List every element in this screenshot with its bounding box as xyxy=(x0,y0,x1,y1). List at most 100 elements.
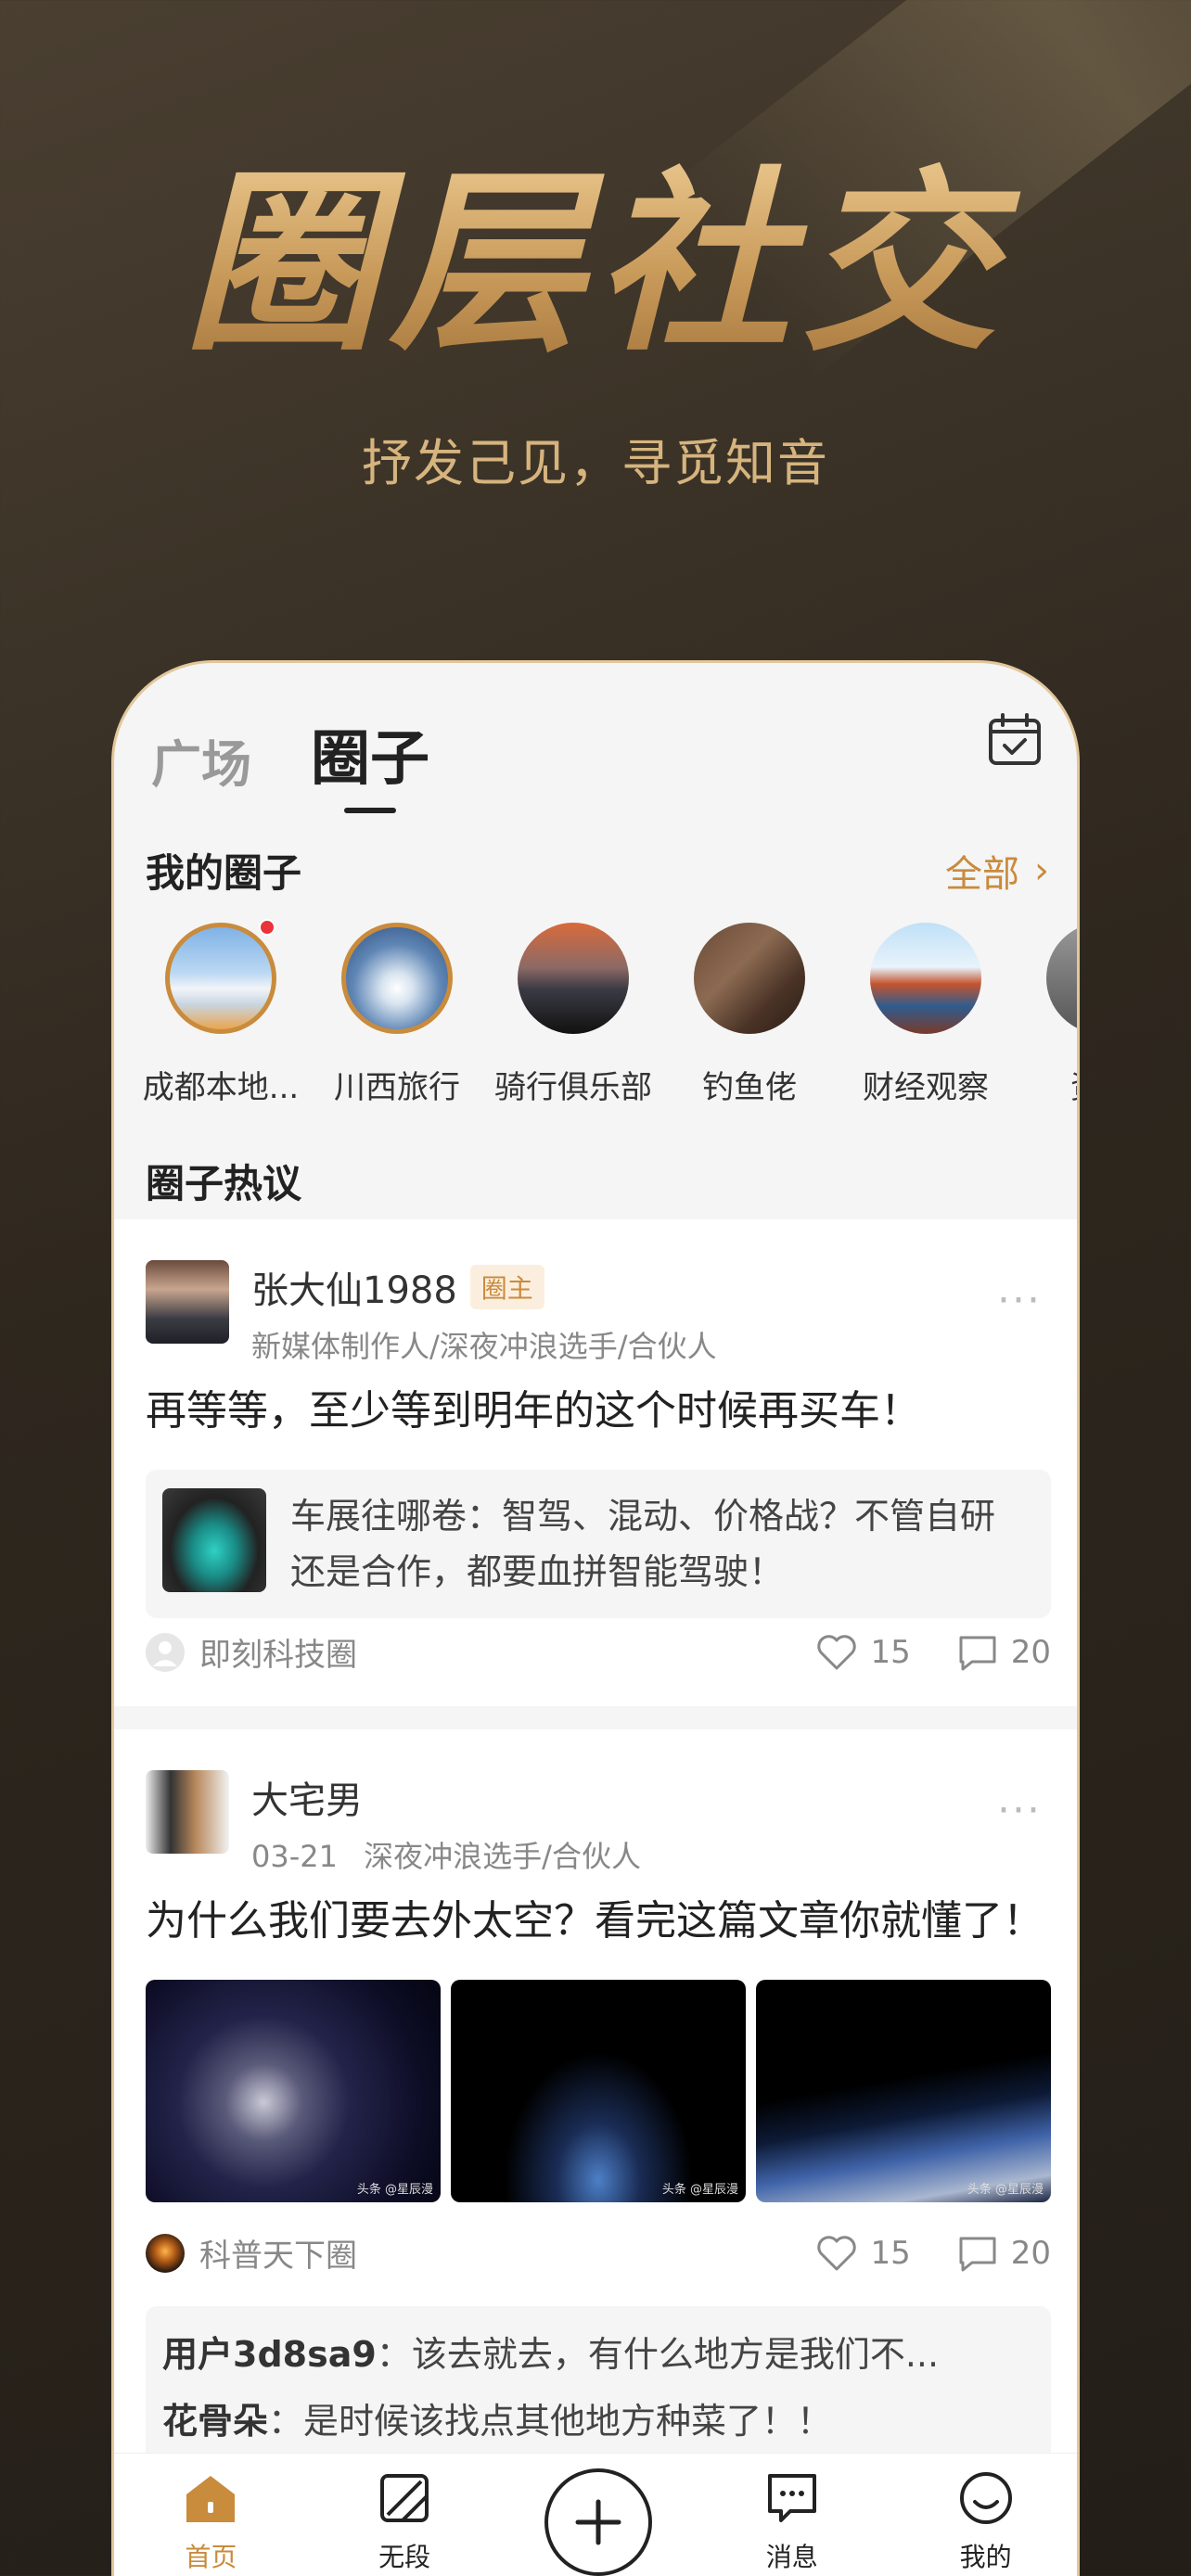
source-circle-link[interactable]: 科普天下圈 xyxy=(146,2230,770,2276)
post-card[interactable]: 张大仙1988 圈主 新媒体制作人/深夜冲浪选手/合伙人 ··· 再等等，至少等… xyxy=(114,1219,1077,1706)
tab-messages[interactable]: 消息 xyxy=(723,2468,862,2574)
smile-face-icon xyxy=(959,2472,1012,2524)
comment-item: 用户3d8sa9：该去就去，有什么地方是我们不... xyxy=(162,2334,940,2375)
tab-mine[interactable]: 我的 xyxy=(916,2468,1056,2574)
post-author: 张大仙1988 圈主 新媒体制作人/深夜冲浪选手/合伙人 xyxy=(146,1260,717,1366)
author-meta: 新媒体制作人/深夜冲浪选手/合伙人 xyxy=(251,1329,717,1364)
comment-count: 20 xyxy=(1010,2234,1051,2272)
circle-item[interactable]: 川西旅行 xyxy=(309,923,485,1107)
post-author: 大宅男 03-21 深夜冲浪选手/合伙人 xyxy=(146,1770,641,1876)
avatar[interactable] xyxy=(146,1260,229,1344)
comment-icon xyxy=(959,1636,996,1670)
tab-wuduan[interactable]: 无段 xyxy=(335,2468,474,2574)
circle-item[interactable]: 钓鱼佬 xyxy=(661,923,838,1107)
comment-button[interactable]: 20 xyxy=(957,1634,1051,1671)
hot-topics-title: 圈子热议 xyxy=(146,1161,302,1206)
message-icon xyxy=(767,2474,816,2522)
all-circles-label: 全部 xyxy=(945,852,1019,896)
circle-name: 钓鱼佬 xyxy=(702,1069,797,1106)
circle-avatar xyxy=(694,923,805,1034)
post-meta-row: 科普天下圈 15 20 xyxy=(146,2230,1051,2276)
author-name[interactable]: 大宅男 xyxy=(251,1770,363,1824)
avatar[interactable] xyxy=(146,1770,229,1854)
hero-title: 圈层社交 xyxy=(0,158,1191,371)
hero-subtitle: 抒发己见，寻觅知音 xyxy=(362,434,829,492)
like-button[interactable]: 15 xyxy=(816,1633,911,1671)
circle-avatar xyxy=(870,923,981,1034)
tab-mine-label: 我的 xyxy=(959,2542,1012,2572)
author-name[interactable]: 张大仙1988 xyxy=(251,1260,457,1314)
comment-preview[interactable]: 用户3d8sa9：该去就去，有什么地方是我们不... 花骨朵：是时候该找点其他地… xyxy=(146,2306,1051,2469)
more-icon[interactable]: ··· xyxy=(997,1787,1042,1834)
author-tags: 深夜冲浪选手/合伙人 xyxy=(364,1839,641,1874)
quote-line: 车展往哪卷：智驾、混动、价格战？不管自研 xyxy=(290,1496,996,1537)
source-avatar xyxy=(146,1632,185,1672)
like-button[interactable]: 15 xyxy=(816,2234,911,2272)
circle-name: 财经观察 xyxy=(863,1069,989,1106)
comment-icon xyxy=(959,2237,996,2271)
circle-item[interactable]: 财经观察 xyxy=(838,923,1014,1107)
post-card[interactable]: 大宅男 03-21 深夜冲浪选手/合伙人 ··· 为什么我们要去外太空？看完这篇… xyxy=(114,1729,1077,2471)
tab-wuduan-label: 无段 xyxy=(378,2542,431,2572)
motorcycle-thumbnail xyxy=(162,1488,266,1592)
post-meta-row: 即刻科技圈 15 20 xyxy=(146,1629,1051,1675)
post-image[interactable]: 头条 @星辰漫 xyxy=(451,1980,746,2202)
home-icon xyxy=(186,2476,236,2522)
image-watermark: 头条 @星辰漫 xyxy=(967,2183,1044,2197)
comment-user[interactable]: 用户3d8sa9 xyxy=(162,2334,377,2375)
phone-mockup: 广场 圈子 我的圈子 全部 › 成都本地... 川西旅行 骑行俱乐部 钓鱼佬 财… xyxy=(111,660,1080,2576)
circle-item[interactable]: 资讯 xyxy=(1014,923,1077,1107)
comment-user[interactable]: 花骨朵 xyxy=(162,2401,268,2442)
post-text: 再等等，至少等到明年的这个时候再买车！ xyxy=(146,1387,921,1435)
tab-home-label: 首页 xyxy=(185,2542,237,2572)
post-date: 03-21 xyxy=(251,1839,338,1874)
circle-item[interactable]: 骑行俱乐部 xyxy=(485,923,661,1107)
comment-button[interactable]: 20 xyxy=(957,2235,1051,2272)
author-meta: 03-21 深夜冲浪选手/合伙人 xyxy=(251,1833,641,1876)
bottom-tab-bar: 首页 无段 消息 我的 xyxy=(114,2453,1077,2576)
owner-badge: 圈主 xyxy=(469,1265,544,1309)
comment-item: 花骨朵：是时候该找点其他地方种菜了！！ xyxy=(162,2401,833,2442)
comment-text: 是时候该找点其他地方种菜了！！ xyxy=(303,2401,833,2442)
post-image[interactable]: 头条 @星辰漫 xyxy=(146,1980,441,2202)
quote-line: 还是合作，都要血拼智能驾驶！ xyxy=(290,1551,785,1592)
comment-count: 20 xyxy=(1010,1633,1051,1671)
circle-name: 成都本地... xyxy=(142,1069,300,1106)
source-name: 科普天下圈 xyxy=(199,2238,357,2275)
circle-avatar xyxy=(341,923,453,1034)
quoted-article[interactable]: 车展往哪卷：智驾、混动、价格战？不管自研 还是合作，都要血拼智能驾驶！ xyxy=(146,1470,1051,1618)
image-watermark: 头条 @星辰漫 xyxy=(356,2183,433,2197)
like-count: 15 xyxy=(870,1633,911,1671)
create-post-button[interactable] xyxy=(529,2468,668,2576)
calendar-check-icon[interactable] xyxy=(986,711,1044,769)
image-watermark: 头条 @星辰漫 xyxy=(661,2183,738,2197)
my-circles-list: 成都本地... 川西旅行 骑行俱乐部 钓鱼佬 财经观察 资讯 xyxy=(133,919,1077,1107)
circle-name: 骑行俱乐部 xyxy=(494,1069,652,1106)
all-circles-link[interactable]: 全部 › xyxy=(945,844,1049,898)
post-image[interactable]: 头条 @星辰漫 xyxy=(756,1980,1051,2202)
circle-avatar xyxy=(518,923,629,1034)
heart-icon xyxy=(817,2235,857,2270)
top-tabs: 广场 圈子 xyxy=(151,711,429,813)
plus-icon xyxy=(544,2468,652,2576)
circle-name: 川西旅行 xyxy=(334,1069,460,1106)
post-images: 头条 @星辰漫 头条 @星辰漫 头条 @星辰漫 xyxy=(146,1980,1051,2202)
tab-circle[interactable]: 圈子 xyxy=(311,711,429,813)
circle-avatar xyxy=(1046,923,1077,1034)
chevron-right-icon: › xyxy=(1034,848,1049,892)
like-count: 15 xyxy=(870,2234,911,2272)
more-icon[interactable]: ··· xyxy=(997,1277,1042,1324)
tab-plaza[interactable]: 广场 xyxy=(151,723,251,797)
post-text: 为什么我们要去外太空？看完这篇文章你就懂了！ xyxy=(146,1897,1044,1945)
my-circles-header: 我的圈子 全部 › xyxy=(146,842,1049,899)
slash-square-icon xyxy=(380,2474,429,2522)
tab-messages-label: 消息 xyxy=(765,2542,818,2572)
unread-dot xyxy=(259,919,275,936)
circle-item[interactable]: 成都本地... xyxy=(133,919,309,1107)
tab-home[interactable]: 首页 xyxy=(141,2468,280,2574)
source-circle-link[interactable]: 即刻科技圈 xyxy=(146,1629,770,1675)
source-avatar xyxy=(146,2233,185,2273)
circle-name: 资讯 xyxy=(1070,1062,1077,1107)
my-circles-title: 我的圈子 xyxy=(146,850,302,896)
heart-icon xyxy=(817,1634,857,1669)
